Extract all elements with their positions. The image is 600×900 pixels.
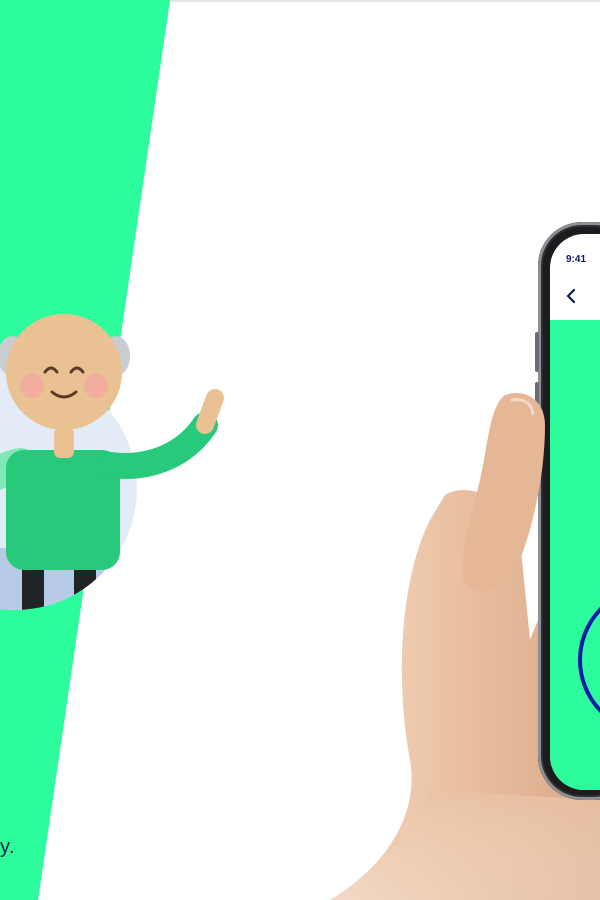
screen-green-panel — [550, 320, 600, 790]
hand-holding-phone — [330, 490, 600, 900]
phone-screen: 9:41 — [550, 234, 600, 790]
status-time: 9:41 — [566, 254, 587, 265]
app-promo-banner: y. 9:41 — [0, 0, 600, 900]
phone-device: 9:41 — [535, 222, 600, 800]
phone-side-button — [535, 332, 539, 372]
chevron-left-icon[interactable] — [565, 289, 577, 303]
phone-volume-button — [535, 382, 539, 422]
